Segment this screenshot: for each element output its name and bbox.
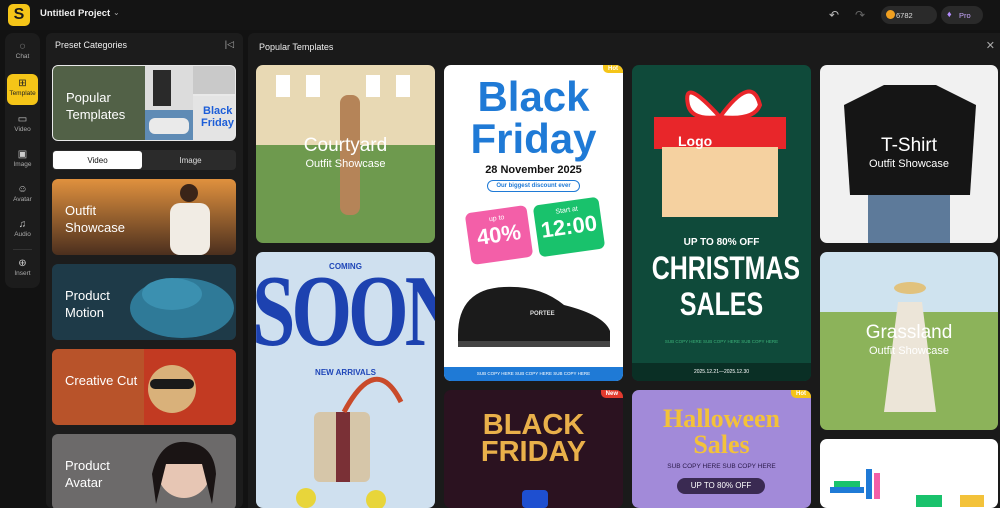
template-thumbnail — [830, 469, 984, 507]
hot-badge: Hot — [791, 390, 811, 398]
tab-video[interactable]: Video — [53, 151, 142, 169]
card-cta: UP TO 80% OFF — [677, 478, 765, 494]
category-label: Creative Cut — [65, 373, 138, 388]
category-product-motion[interactable]: Product Motion — [52, 264, 236, 340]
coin-icon — [886, 10, 895, 19]
redo-icon[interactable]: ↷ — [855, 8, 865, 22]
rail-item-image[interactable]: ▣ Image — [7, 145, 38, 175]
gift-illustration — [654, 89, 786, 217]
credits-badge[interactable]: 6782 — [881, 6, 937, 24]
template-card-t-shirt[interactable]: T-Shirt Outfit Showcase — [820, 65, 998, 243]
template-thumbnail — [296, 376, 404, 508]
rail-label: Insert — [14, 270, 31, 277]
diamond-icon: ♦ — [947, 9, 952, 19]
decor-box — [522, 490, 548, 508]
tab-image[interactable]: Image — [146, 151, 235, 169]
card-date: 28 November 2025 — [485, 164, 582, 176]
template-card-halloween-sales[interactable]: Hot Halloween Sales SUB COPY HERE SUB CO… — [632, 390, 811, 508]
category-product-avatar[interactable]: Product Avatar — [52, 434, 236, 508]
card-headline-2: SALES — [679, 286, 764, 322]
new-badge: New — [600, 390, 623, 398]
card-title: Grassland — [865, 322, 953, 343]
template-card-coming-soon[interactable]: COMING SOON NEW ARRIVALS — [256, 252, 435, 508]
credits-count: 6782 — [896, 10, 913, 20]
rail-label: Chat — [15, 53, 30, 60]
card-subtitle: Outfit Showcase — [868, 345, 950, 357]
card-headline-2: FRIDAY — [480, 436, 587, 468]
template-card-christmas-sales[interactable]: Logo UP TO 80% OFF CHRISTMAS SALES SUB C… — [632, 65, 811, 381]
card-headline-1: Halloween — [663, 404, 780, 433]
card-pill: Our biggest discount ever — [487, 180, 580, 192]
gallery-title: Popular Templates — [259, 42, 334, 52]
category-creative-cut[interactable]: Creative Cut — [52, 349, 236, 425]
category-outfit-showcase[interactable]: Outfit Showcase — [52, 179, 236, 255]
template-card-illustration[interactable] — [820, 439, 998, 508]
card-subcopy: SUB COPY HERE SUB COPY HERE — [667, 463, 776, 470]
svg-text:Friday: Friday — [201, 117, 235, 129]
start-tag: Start at 12:00 — [532, 196, 606, 258]
template-card-black-friday-2[interactable]: New BLACK FRIDAY — [444, 390, 623, 508]
category-label: Product Motion — [65, 288, 110, 320]
project-title[interactable]: Untitled Project — [40, 8, 110, 19]
rail-item-audio[interactable]: ♫ Audio — [7, 215, 38, 245]
rail-label: Avatar — [13, 196, 32, 203]
rail-item-video[interactable]: ▭ Video — [7, 110, 38, 140]
card-footer: SUB COPY HERE SUB COPY HERE SUB COPY HER… — [444, 367, 623, 381]
video-icon: ▭ — [17, 114, 28, 125]
rail-label: Video — [14, 126, 31, 133]
card-headline-1: Black — [477, 73, 590, 120]
template-icon: ⊞ — [18, 78, 27, 89]
svg-text:Black: Black — [203, 105, 233, 117]
gift-logo-text: Logo — [678, 133, 713, 149]
card-subcopy: SUB COPY HERE SUB COPY HERE SUB COPY HER… — [664, 339, 779, 344]
close-icon[interactable]: ✕ — [986, 39, 995, 52]
tool-rail: ◌ Chat ⊞ Template ▭ Video ▣ Image ☺ Avatar ♫ A… — [5, 33, 40, 288]
discount-tag: up to 40% — [464, 204, 534, 266]
card-eyebrow: UP TO 80% OFF — [683, 237, 760, 248]
pro-badge[interactable]: ♦ Pro — [941, 6, 983, 24]
card-title: T-Shirt — [881, 135, 937, 156]
rail-item-chat[interactable]: ◌ Chat — [7, 37, 38, 67]
media-type-toggle: Video Image — [52, 150, 236, 170]
card-headline-2: Sales — [693, 430, 750, 459]
rail-label: Template — [9, 90, 36, 97]
rail-label: Audio — [14, 231, 31, 238]
card-headline-1: CHRISTMAS — [651, 250, 801, 286]
chevron-down-icon[interactable]: ⌄ — [113, 8, 120, 17]
plan-label: Pro — [959, 10, 971, 20]
card-date: 2025.12.21—2025.12.30 — [632, 363, 811, 381]
popular-templates-gallery: Popular Templates ✕ Courtyard Outfit Sho… — [248, 33, 1000, 508]
rail-item-avatar[interactable]: ☺ Avatar — [7, 180, 38, 210]
rail-item-template[interactable]: ⊞ Template — [7, 74, 38, 105]
category-label: Product Avatar — [65, 458, 110, 490]
card-title: Courtyard — [303, 135, 388, 156]
card-subtitle: Outfit Showcase — [868, 158, 950, 170]
top-bar: S Untitled Project ⌄ ↶ ↷ 6782 ♦ Pro — [0, 0, 1000, 30]
audio-icon: ♫ — [18, 219, 27, 230]
category-popular-templates[interactable]: Black Friday Popular Templates — [52, 65, 236, 141]
collapse-panel-icon[interactable]: |◁ — [225, 39, 234, 50]
insert-icon: ⊕ — [18, 258, 27, 269]
hot-badge: Hot — [603, 65, 623, 73]
template-card-grassland[interactable]: Grassland Outfit Showcase — [820, 252, 998, 430]
card-headline-2: Friday — [470, 115, 597, 162]
category-label: Outfit Showcase — [65, 203, 125, 235]
divider — [13, 249, 32, 250]
card-subtitle: Outfit Showcase — [305, 158, 386, 170]
rail-label: Image — [13, 161, 32, 168]
template-card-courtyard[interactable]: Courtyard Outfit Showcase — [256, 65, 435, 243]
app-logo[interactable]: S — [8, 4, 30, 26]
shoe-label: PORTEE — [530, 311, 555, 317]
panel-title: Preset Categories — [55, 40, 128, 50]
category-label: Popular Templates — [66, 90, 126, 122]
shoe-illustration: PORTEE — [458, 286, 610, 347]
preset-categories-panel: Preset Categories |◁ Black Friday Popula… — [46, 33, 243, 508]
template-card-black-friday[interactable]: Hot Black Friday 28 November 2025 Our bi… — [444, 65, 623, 381]
avatar-icon: ☺ — [17, 184, 28, 195]
chat-icon: ◌ — [19, 41, 26, 52]
undo-icon[interactable]: ↶ — [829, 8, 839, 22]
image-icon: ▣ — [17, 149, 28, 160]
rail-item-insert[interactable]: ⊕ Insert — [7, 254, 38, 284]
